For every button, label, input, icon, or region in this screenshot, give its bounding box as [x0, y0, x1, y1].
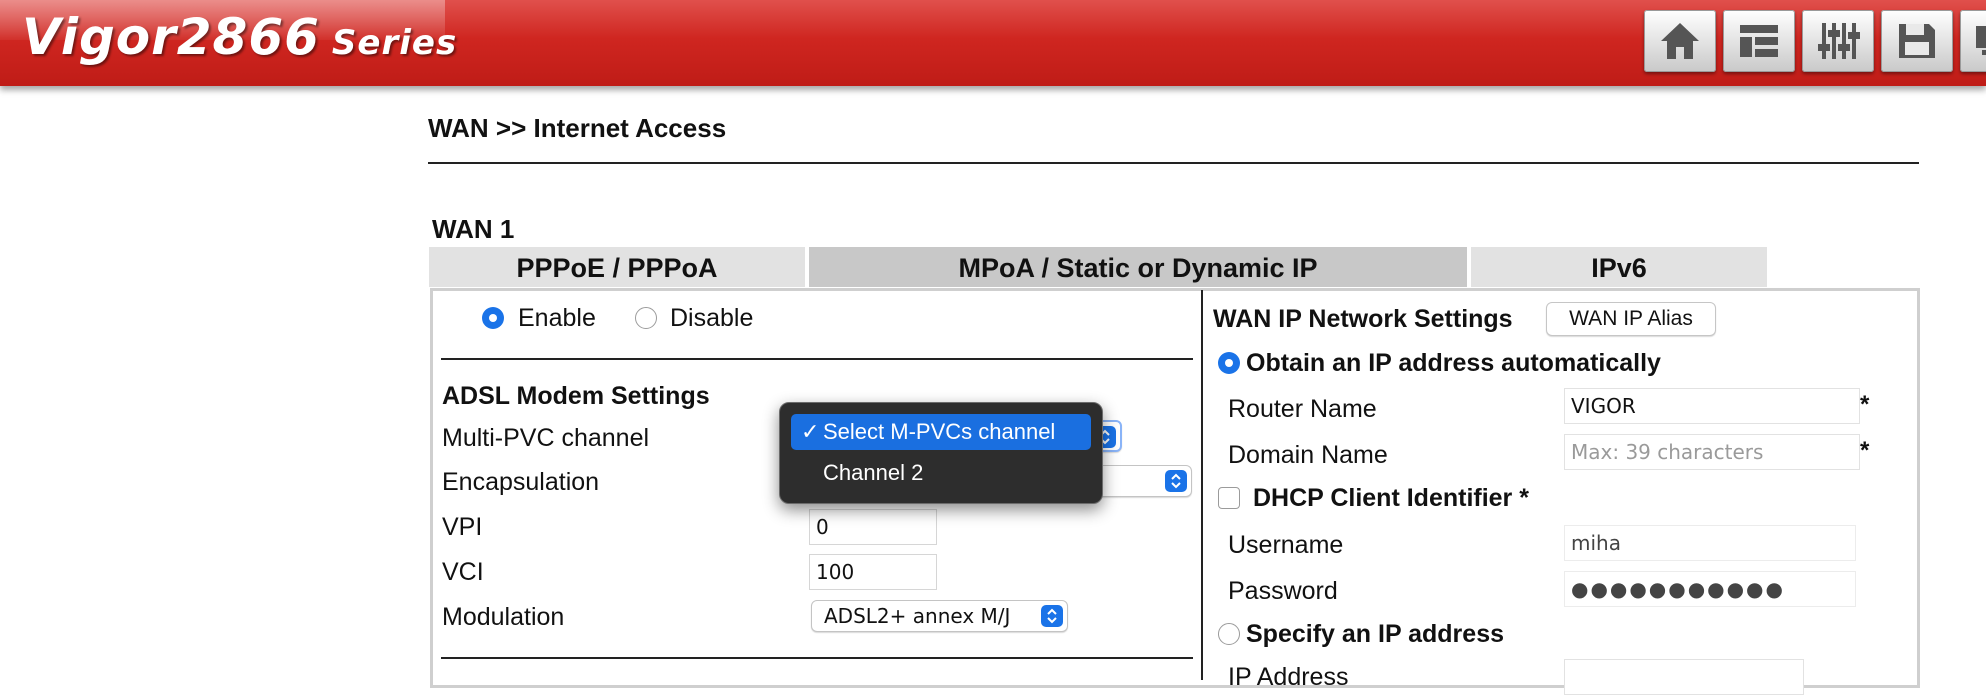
router-name-label: Router Name	[1228, 395, 1377, 423]
modulation-divider	[441, 657, 1193, 659]
ip-address-input[interactable]	[1564, 659, 1804, 695]
wan-title: WAN 1	[432, 214, 515, 244]
quick-start-icon	[1740, 25, 1778, 57]
dropdown-option-label: Channel 2	[823, 460, 924, 485]
multi-pvc-label: Multi-PVC channel	[442, 424, 650, 452]
modulation-label: Modulation	[442, 603, 565, 631]
username-label: Username	[1228, 531, 1344, 559]
vpi-label: VPI	[442, 513, 483, 541]
settings-button[interactable]	[1802, 10, 1874, 72]
domain-name-required: *	[1860, 437, 1870, 464]
obtain-ip-radio[interactable]	[1218, 352, 1240, 374]
modulation-value: ADSL2+ annex M/J	[824, 604, 1011, 628]
adsl-section-title: ADSL Modem Settings	[442, 382, 710, 410]
save-button[interactable]	[1881, 10, 1953, 72]
tab-pppoe[interactable]: PPPoE / PPPoA	[429, 247, 805, 287]
encapsulation-stepper	[1165, 470, 1187, 492]
chevron-updown-icon	[1171, 473, 1181, 489]
dropdown-option-channel-2[interactable]: Channel 2	[791, 455, 1091, 491]
home-icon	[1661, 23, 1699, 59]
header-bar: Vigor2866 Series	[0, 0, 1986, 86]
enable-divider	[441, 358, 1193, 360]
dhcp-client-id-label: DHCP Client Identifier *	[1253, 484, 1529, 512]
vci-input[interactable]: 100	[809, 554, 937, 590]
router-name-input[interactable]: VIGOR	[1564, 388, 1860, 424]
dhcp-client-id-checkbox[interactable]	[1218, 487, 1240, 509]
domain-name-input[interactable]: Max: 39 characters	[1564, 434, 1860, 470]
brand-logo: Vigor2866 Series	[22, 8, 457, 66]
vci-label: VCI	[442, 558, 484, 586]
password-label: Password	[1228, 577, 1338, 605]
username-input[interactable]: miha	[1564, 525, 1856, 561]
vpi-input[interactable]: 0	[809, 509, 937, 545]
monitor-button[interactable]	[1960, 10, 1986, 72]
disable-radio[interactable]	[635, 307, 657, 329]
monitor-icon	[1976, 26, 1986, 55]
password-input[interactable]: ●●●●●●●●●●●	[1564, 571, 1856, 607]
column-divider	[1201, 290, 1203, 680]
modulation-select[interactable]: ADSL2+ annex M/J	[811, 600, 1068, 632]
checkmark-icon: ✓	[801, 419, 820, 444]
home-button[interactable]	[1644, 10, 1716, 72]
encapsulation-label: Encapsulation	[442, 468, 600, 496]
dropdown-option-select-mpvc[interactable]: ✓ Select M-PVCs channel	[791, 414, 1091, 450]
disable-label: Disable	[670, 304, 754, 332]
quick-start-button[interactable]	[1723, 10, 1795, 72]
tab-mpoa[interactable]: MPoA / Static or Dynamic IP	[809, 247, 1467, 287]
enable-radio[interactable]	[482, 307, 504, 329]
specify-ip-label: Specify an IP address	[1246, 620, 1504, 648]
enable-label: Enable	[518, 304, 596, 332]
tab-ipv6[interactable]: IPv6	[1471, 247, 1767, 287]
domain-name-label: Domain Name	[1228, 441, 1388, 469]
chevron-updown-icon	[1047, 608, 1057, 624]
dropdown-option-label: Select M-PVCs channel	[823, 419, 1056, 444]
settings-sliders-icon	[1818, 23, 1860, 59]
specify-ip-radio[interactable]	[1218, 623, 1240, 645]
router-name-required: *	[1860, 391, 1870, 418]
multi-pvc-dropdown: ✓ Select M-PVCs channel Channel 2	[779, 402, 1103, 504]
modulation-stepper	[1041, 605, 1063, 627]
wan-ip-alias-button[interactable]: WAN IP Alias	[1546, 302, 1716, 336]
wan-ip-section-title: WAN IP Network Settings	[1213, 305, 1513, 333]
brand-model: Vigor2866	[22, 8, 320, 66]
obtain-ip-label: Obtain an IP address automatically	[1246, 349, 1661, 377]
brand-series: Series	[331, 23, 458, 63]
title-divider	[428, 162, 1919, 164]
save-icon	[1899, 24, 1935, 58]
breadcrumb: WAN >> Internet Access	[428, 113, 727, 143]
